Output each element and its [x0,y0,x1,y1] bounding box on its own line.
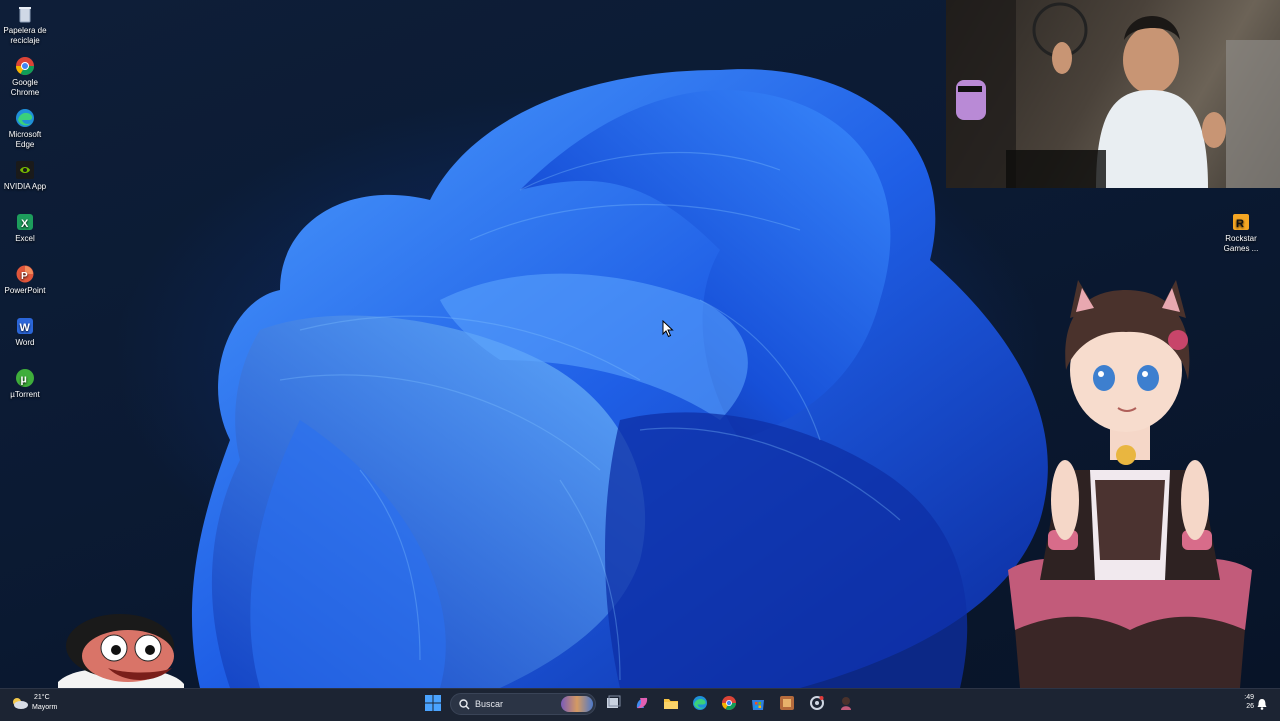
svg-text:µ: µ [21,374,27,386]
file-explorer-icon [664,699,678,709]
svg-text:R: R [1236,218,1244,230]
taskbar-settings[interactable] [806,692,828,714]
desktop-icon-word[interactable]: W Word [0,316,50,348]
taskbar-avatar-app[interactable] [835,692,857,714]
search-icon [459,699,470,710]
weather-cloud-icon [13,698,28,709]
start-icon [425,695,441,711]
desktop: Papelera de reciclaje Google Chrome Micr… [0,0,1280,688]
search-highlight-icon [561,696,593,712]
taskbar-task-view[interactable] [602,692,624,714]
mascot-sticker [58,614,184,688]
settings-icon [810,696,824,710]
search-placeholder: Buscar [475,699,504,709]
vtuber-avatar [1008,280,1252,688]
chrome-icon [15,56,35,76]
desktop-icon-utorrent[interactable]: µ µTorrent [0,368,50,400]
desktop-icon-excel[interactable]: X Excel [0,212,50,244]
svg-text:X: X [21,218,29,230]
taskbar-clock[interactable]: :49 26 [1236,693,1254,711]
desktop-icon-rockstar[interactable]: R Rockstar Games ... [1216,212,1266,254]
game-icon [780,696,794,710]
chrome-icon [722,696,736,710]
powerpoint-icon: P [15,264,35,284]
edge-icon [693,696,707,710]
taskbar-store[interactable] [747,692,769,714]
desktop-icon-edge[interactable]: Microsoft Edge [0,108,50,150]
taskbar-game[interactable] [776,692,798,714]
taskbar-copilot[interactable] [631,692,653,714]
taskbar-chrome[interactable] [718,692,740,714]
desktop-icon-chrome[interactable]: Google Chrome [0,56,50,98]
taskbar-file-explorer[interactable] [660,692,682,714]
copilot-icon [636,697,648,709]
utorrent-icon: µ [15,368,35,388]
nvidia-icon [15,160,35,180]
desktop-icon-powerpoint[interactable]: P PowerPoint [0,264,50,296]
svg-text:W: W [20,322,31,334]
store-icon [752,700,764,710]
clock-date: 26 [1246,703,1254,710]
recycle-bin-icon [15,4,35,24]
webcam-overlay [946,0,1280,188]
avatar-app-icon [841,697,851,710]
notification-button[interactable] [1257,697,1267,715]
mouse-cursor-icon [662,320,674,338]
clock-time: :49 [1244,694,1254,701]
svg-text:P: P [21,271,28,282]
notification-bell-icon [1257,699,1267,710]
rockstar-icon: R [1231,212,1251,232]
edge-icon [15,108,35,128]
word-icon: W [15,316,35,336]
excel-icon: X [15,212,35,232]
desktop-icon-nvidia[interactable]: NVIDIA App [0,160,50,192]
webcam-scene [946,0,1280,188]
taskbar-search[interactable]: Buscar [450,693,596,715]
start-button[interactable] [422,692,444,714]
taskbar-edge[interactable] [689,692,711,714]
task-view-icon [607,695,621,708]
desktop-icon-recycle-bin[interactable]: Papelera de reciclaje [0,4,50,46]
